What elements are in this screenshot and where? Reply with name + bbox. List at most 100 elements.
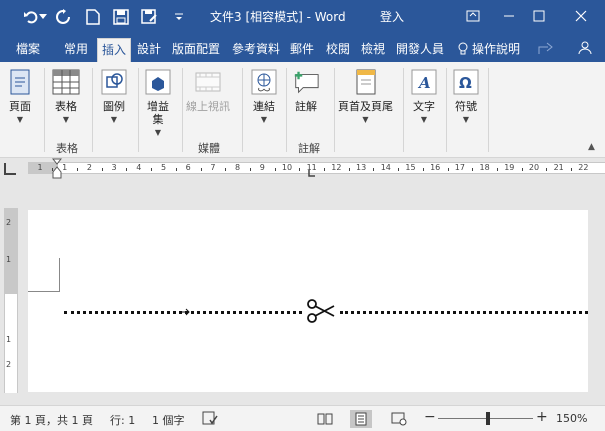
sign-in-link[interactable]: 登入 [380, 8, 404, 25]
comment-button[interactable]: 註解 [292, 68, 320, 113]
addins-button[interactable]: 增益 集 ▼ [144, 68, 172, 138]
ruler-tick [496, 168, 498, 171]
tab-developer[interactable]: 開發人員 [396, 40, 444, 57]
save-icon[interactable] [110, 6, 132, 28]
svg-text:Ω: Ω [459, 74, 472, 92]
video-icon [194, 68, 222, 96]
ruler-number: 17 [454, 163, 465, 172]
ruler-number: 21 [553, 163, 564, 172]
ribbon-display-icon[interactable] [460, 6, 486, 26]
chevron-down-icon: ▼ [154, 128, 162, 137]
pages-button[interactable]: 頁面 ▼ [6, 68, 34, 125]
vruler-number: 1 [6, 255, 12, 264]
minimize-icon[interactable] [496, 6, 522, 26]
margin-corner-mark [28, 258, 60, 292]
illustrations-button[interactable]: 圖例 ▼ [100, 68, 128, 125]
symbols-label: 符號 [455, 100, 477, 113]
new-document-icon[interactable] [82, 6, 104, 28]
ruler-number: 9 [259, 163, 265, 172]
collapse-ribbon-icon[interactable]: ▲ [588, 142, 595, 152]
ruler-tick [274, 168, 276, 171]
table-button[interactable]: 表格 ▼ [52, 68, 80, 125]
ruler-tick [348, 168, 350, 171]
ruler-tick [101, 168, 103, 171]
word-count[interactable]: 1 個字 [152, 412, 185, 428]
header-footer-icon [352, 68, 380, 96]
text-box-icon: A [410, 68, 438, 96]
tab-mailings[interactable]: 郵件 [290, 40, 314, 57]
line-number: 行: 1 [110, 414, 136, 427]
undo-dropdown-icon[interactable] [38, 6, 48, 28]
tab-references[interactable]: 參考資料 [232, 40, 280, 57]
tab-insert[interactable]: 插入 [97, 38, 132, 62]
tab-design[interactable]: 設計 [137, 40, 161, 57]
ruler-number: 1 [37, 163, 43, 172]
user-icon[interactable] [578, 41, 592, 58]
zoom-level[interactable]: 150% [556, 412, 587, 425]
online-video-label: 線上視訊 [186, 100, 230, 113]
redo-icon[interactable] [52, 6, 74, 28]
ruler-tick [546, 168, 548, 171]
separator [44, 68, 45, 152]
tab-home[interactable]: 常用 [64, 40, 88, 57]
tab-layout[interactable]: 版面配置 [172, 40, 220, 57]
header-footer-button[interactable]: 頁首及頁尾 ▼ [338, 68, 393, 125]
save-as-icon[interactable] [138, 6, 160, 28]
tell-me-box[interactable]: 操作說明 [458, 40, 520, 57]
ruler-number: 10 [281, 163, 293, 172]
ruler-number: 2 [86, 163, 92, 172]
zoom-slider-thumb[interactable] [486, 412, 490, 425]
print-layout-icon[interactable] [350, 410, 372, 428]
chevron-down-icon: ▼ [420, 115, 428, 124]
vruler-number: 2 [6, 360, 12, 369]
separator [403, 68, 404, 152]
online-video-button[interactable]: 線上視訊 [186, 68, 230, 113]
tab-review[interactable]: 校閱 [326, 40, 350, 57]
omega-icon: Ω [452, 68, 480, 96]
ruler-tick [422, 168, 424, 171]
ribbon: 頁面 ▼ 表格 ▼ 表格 圖例 ▼ 增益 集 ▼ 線上視訊 媒體 連結 ▼ 註解… [0, 62, 605, 158]
tab-stop-selector[interactable] [4, 163, 16, 175]
window-title: 文件3 [相容模式] - Word [210, 10, 346, 24]
separator [286, 68, 287, 152]
ruler-tick [571, 168, 573, 171]
zoom-in-button[interactable]: + [536, 409, 548, 425]
chevron-down-icon: ▼ [16, 115, 24, 124]
scissors-icon [306, 299, 336, 326]
separator [488, 68, 489, 152]
page-count[interactable]: 第 1 頁，共 1 頁 [10, 412, 93, 428]
tab-file[interactable]: 檔案 [16, 40, 40, 57]
zoom-out-button[interactable]: − [424, 409, 436, 425]
table-icon [52, 68, 80, 96]
cut-line-right [340, 311, 588, 314]
separator [334, 68, 335, 152]
indent-marker-icon[interactable] [52, 158, 62, 182]
proofing-icon[interactable] [202, 410, 218, 429]
web-layout-icon[interactable] [388, 410, 410, 428]
links-button[interactable]: 連結 ▼ [250, 68, 278, 125]
ruler-tick [299, 168, 301, 171]
comment-label: 註解 [295, 100, 317, 113]
tab-view[interactable]: 檢視 [361, 40, 385, 57]
right-indent-marker-icon[interactable] [308, 170, 316, 178]
addins-label-2: 集 [152, 113, 164, 126]
vruler-number: 1 [6, 335, 12, 344]
header-footer-label: 頁首及頁尾 [338, 100, 393, 113]
ruler-number: 13 [356, 163, 367, 172]
share-icon[interactable] [538, 41, 554, 58]
close-icon[interactable] [568, 6, 594, 26]
pages-label: 頁面 [9, 100, 31, 113]
text-button[interactable]: A 文字 ▼ [410, 68, 438, 125]
link-icon [250, 68, 278, 96]
symbols-button[interactable]: Ω 符號 ▼ [452, 68, 480, 125]
shapes-icon [100, 68, 128, 96]
ruler-tick [398, 168, 400, 171]
read-mode-icon[interactable] [314, 410, 336, 428]
vruler-number: 2 [6, 218, 12, 227]
ruler-tick [447, 168, 449, 171]
customize-icon[interactable] [168, 6, 190, 28]
group-label-media: 媒體 [198, 142, 220, 155]
maximize-icon[interactable] [526, 6, 552, 26]
ruler-number: 15 [405, 163, 416, 172]
lightbulb-icon [458, 42, 468, 54]
